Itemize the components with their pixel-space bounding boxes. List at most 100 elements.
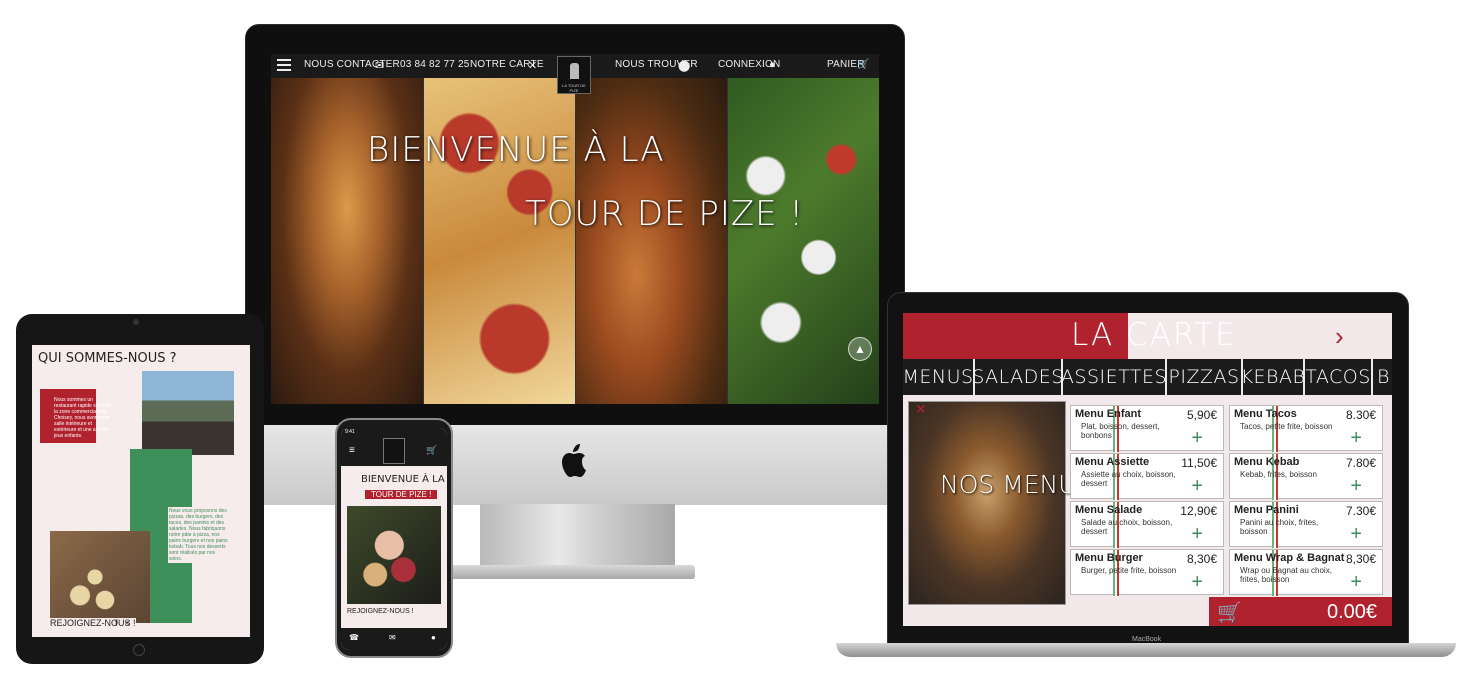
add-to-cart-icon[interactable]: +: [1350, 524, 1362, 544]
menu-card-desc: Burger, petite frite, boisson: [1081, 566, 1177, 575]
menu-card-price: 12,90€: [1180, 504, 1217, 518]
mail-icon[interactable]: ✉: [375, 59, 384, 72]
phone-call-icon[interactable]: ☎: [349, 633, 359, 642]
menu-card-title: Menu Kebab: [1234, 456, 1300, 468]
menu-card-title: Menu Salade: [1075, 504, 1143, 516]
phone-screen: 9:41 ≡ 🛒 BIENVENUE À LA TOUR DE PIZE ! R…: [341, 428, 447, 650]
logo-text: LA TOUR DE PIZE: [562, 83, 586, 93]
share-icon[interactable]: <: [125, 618, 130, 628]
menu-card-price: 7.80€: [1345, 456, 1376, 470]
tower-logo-icon: [570, 63, 579, 79]
add-to-cart-icon[interactable]: +: [1191, 428, 1203, 448]
tab-tacos[interactable]: TACOS: [1305, 359, 1371, 395]
terrace-photo: [142, 371, 234, 455]
next-arrow-icon[interactable]: ›: [1335, 321, 1344, 352]
menu-card-title: Menu Assiette: [1075, 456, 1150, 468]
user-icon: ●: [769, 59, 776, 71]
tablet-screen: QUI SOMMES-NOUS ? Nous sommes un restaur…: [32, 345, 250, 637]
carte-title: LA CARTE: [1071, 317, 1237, 353]
menu-card-desc: Salade au choix, boisson, dessert: [1081, 518, 1173, 536]
menu-card-desc: Kebab, frites, boisson: [1240, 470, 1317, 479]
menu-card[interactable]: Menu Wrap & Bagnat 8,30€ Wrap ou Bagnat au…: [1229, 549, 1383, 596]
apple-logo-icon: [562, 444, 586, 477]
menu-card[interactable]: Menu Kebab 7.80€ Kebab, frites, boisson +: [1229, 453, 1383, 500]
hero-pizza-image: [423, 78, 575, 404]
phone-mail-icon[interactable]: ✉: [389, 633, 396, 642]
add-to-cart-icon[interactable]: +: [1191, 524, 1203, 544]
menu-card-price: 8,30€: [1186, 552, 1217, 566]
menu-card-price: 8.30€: [1345, 408, 1376, 422]
hamburger-menu-icon[interactable]: [277, 59, 291, 71]
menu-card-title: Menu Panini: [1234, 504, 1299, 516]
imac-stand: [480, 504, 675, 568]
menu-card-title: Menu Enfant: [1075, 408, 1141, 420]
dough-photo: [50, 531, 150, 623]
add-to-cart-icon[interactable]: +: [1350, 428, 1362, 448]
scroll-up-button[interactable]: ▲: [848, 337, 872, 361]
menu-card-price: 5,90€: [1186, 408, 1217, 422]
menu-card-price: 7.30€: [1345, 504, 1376, 518]
menu-card-price: 11,50€: [1181, 456, 1217, 470]
hero-burger-image: [271, 78, 423, 404]
tab-burgers[interactable]: BU: [1373, 359, 1392, 395]
menu-card[interactable]: Menu Assiette 11,50€ Assiette au choix, bo…: [1070, 453, 1224, 500]
tab-kebab[interactable]: KEBAB: [1241, 359, 1305, 395]
phone-logo[interactable]: [383, 438, 405, 464]
hero-sandwich-image: [575, 78, 727, 404]
phone-menu-icon[interactable]: ≡: [349, 445, 355, 456]
phone-food-photo: [347, 506, 441, 604]
tablet-home-button[interactable]: [133, 644, 145, 656]
phone-title-line1: BIENVENUE À LA: [361, 474, 445, 485]
tablet-fabric-text: Nous vous proposons des pizzas, des burg…: [168, 507, 230, 563]
menu-card-price: 8,30€: [1345, 552, 1376, 566]
location-pin-icon: ⬤: [678, 60, 691, 72]
menu-card[interactable]: Menu Panini 7.30€ Panini au choix, frites,…: [1229, 501, 1383, 548]
tab-pizzas[interactable]: PIZZAS: [1167, 359, 1241, 395]
menu-card[interactable]: Menu Burger 8,30€ Burger, petite frite, bo…: [1070, 549, 1224, 596]
add-to-cart-icon[interactable]: +: [1350, 572, 1362, 592]
laptop-screen: LA CARTE › MENUS SALADES ASSIETTES PIZZA…: [903, 313, 1392, 626]
menu-card-desc: Panini au choix, frites, boisson: [1240, 518, 1319, 536]
nav-contact-link[interactable]: NOUS CONTACTER: [304, 59, 400, 70]
tablet-title: QUI SOMMES-NOUS ?: [38, 351, 177, 366]
laptop-base: [836, 643, 1456, 657]
site-logo[interactable]: LA TOUR DE PIZE: [557, 56, 591, 94]
menu-card[interactable]: Menu Tacos 8.30€ Tacos, petite frite, bois…: [1229, 405, 1383, 452]
menu-card-title: Menu Tacos: [1234, 408, 1297, 420]
menu-card-desc: Plat, boisson, dessert, bonbons: [1081, 422, 1160, 440]
cart-total: 0.00€: [1327, 601, 1378, 623]
desktop-screen: BIENVENUE À LA TOUR DE PIZE ! ▲ NOUS CON…: [271, 54, 879, 404]
hero-title-line1: BIENVENUE À LA: [367, 130, 665, 170]
desktop-navbar: NOUS CONTACTER ✉ 03 84 82 77 25 NOTRE CA…: [271, 54, 879, 94]
laptop-brand: MacBook: [1132, 636, 1162, 643]
hero-title-line2: TOUR DE PIZE !: [525, 194, 805, 234]
add-to-cart-icon[interactable]: +: [1350, 476, 1362, 496]
menu-card[interactable]: Menu Salade 12,90€ Salade au choix, boisso…: [1070, 501, 1224, 548]
phone-title-line2: TOUR DE PIZE !: [365, 490, 438, 499]
tab-salades[interactable]: SALADES: [972, 359, 1063, 395]
cart-icon[interactable]: 🛒: [1217, 600, 1242, 625]
phone-cart-icon[interactable]: 🛒: [426, 445, 437, 456]
menu-card-desc: Wrap ou Bagnat au choix, frites, boisson: [1240, 566, 1332, 584]
menu-card-desc: Assiette au choix, boisson, dessert: [1081, 470, 1176, 488]
menu-card[interactable]: Menu Enfant 5,90€ Plat, boisson, dessert, …: [1070, 405, 1224, 452]
menu-burger-image: [908, 401, 1066, 605]
menu-card-title: Menu Wrap & Bagnat: [1234, 552, 1345, 564]
tablet-camera: [133, 319, 139, 325]
tab-menus[interactable]: MENUS: [903, 359, 973, 395]
imac-foot: [450, 565, 695, 579]
phone-location-icon[interactable]: ●: [431, 633, 436, 642]
tablet-join-text: REJOIGNEZ-NOUS !: [50, 618, 136, 628]
tablet-intro: Nous sommes un restaurant rapide situé s…: [54, 397, 113, 439]
add-to-cart-icon[interactable]: +: [1191, 476, 1203, 496]
phone-join-text: REJOIGNEZ-NOUS !: [347, 608, 414, 615]
menu-card-desc: Tacos, petite frite, boisson: [1240, 422, 1333, 431]
nav-phone[interactable]: 03 84 82 77 25: [400, 59, 470, 70]
utensils-icon: ✕: [528, 60, 538, 72]
phone-time: 9:41: [345, 429, 355, 435]
tab-assiettes[interactable]: ASSIETTES: [1061, 359, 1167, 395]
cart-icon: 🛒: [857, 59, 870, 70]
facebook-icon[interactable]: f: [115, 618, 118, 628]
add-to-cart-icon[interactable]: +: [1191, 572, 1203, 592]
close-icon[interactable]: ✕: [915, 401, 927, 418]
